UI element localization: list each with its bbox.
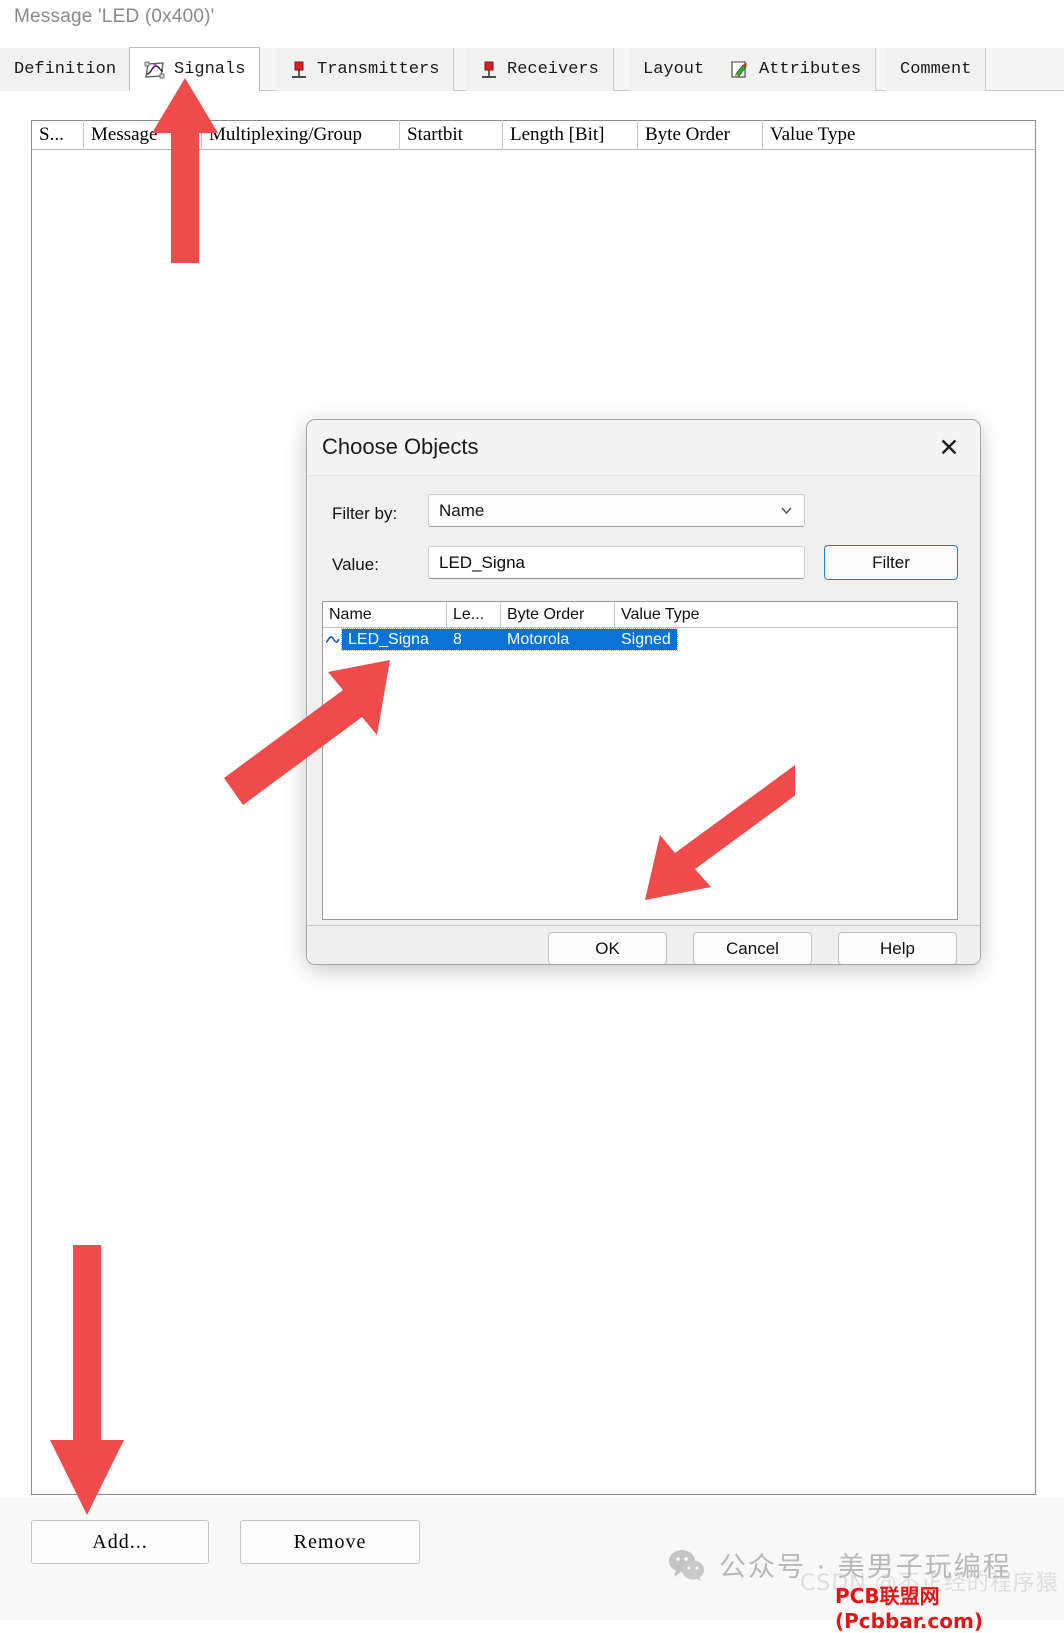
list-cell-length: 8 bbox=[453, 630, 462, 648]
watermark-wechat: 公众号 · 美男子玩编程 bbox=[668, 1545, 1012, 1584]
filter-by-value: Name bbox=[439, 500, 485, 520]
help-button[interactable]: Help bbox=[838, 932, 957, 964]
tab-label: Layout bbox=[643, 60, 705, 79]
remove-button[interactable]: Remove bbox=[240, 1520, 420, 1564]
tab-attributes[interactable]: Attributes bbox=[716, 48, 877, 91]
tab-label: Attributes bbox=[759, 60, 862, 79]
value-label: Value: bbox=[332, 555, 379, 574]
grid-column-header[interactable]: Byte Order bbox=[638, 120, 763, 150]
notepad-pencil-icon bbox=[730, 59, 750, 80]
waveform-icon bbox=[323, 628, 342, 651]
filter-by-label: Filter by: bbox=[332, 504, 398, 523]
list-cell-value-type: Signed bbox=[621, 630, 671, 648]
annotation-arrow-down-add bbox=[50, 1245, 124, 1515]
grid-column-header[interactable]: Value Type bbox=[763, 120, 873, 150]
watermark-wechat-text: 公众号 · 美男子玩编程 bbox=[719, 1552, 1012, 1583]
value-input[interactable]: LED_Signa bbox=[428, 546, 805, 579]
dialog-title: Choose Objects bbox=[322, 434, 479, 459]
filter-button[interactable]: Filter bbox=[824, 545, 958, 580]
cancel-button[interactable]: Cancel bbox=[693, 932, 812, 964]
tab-label: Comment bbox=[900, 60, 972, 79]
add-button[interactable]: Add... bbox=[31, 1520, 209, 1564]
transmitter-icon bbox=[290, 60, 308, 80]
tab-comment[interactable]: Comment bbox=[886, 48, 987, 91]
grid-column-header[interactable]: Startbit bbox=[400, 120, 503, 150]
annotation-arrow-up-signals bbox=[152, 78, 218, 263]
grid-column-header[interactable]: S... bbox=[32, 120, 84, 150]
close-icon[interactable]: ✕ bbox=[932, 431, 966, 465]
list-column-header[interactable]: Le... bbox=[447, 602, 501, 627]
list-column-header[interactable]: Name bbox=[323, 602, 447, 627]
filter-by-select[interactable]: Name bbox=[428, 494, 805, 527]
tab-label: Transmitters bbox=[317, 60, 440, 79]
chevron-down-icon bbox=[781, 507, 792, 515]
list-column-header[interactable]: Byte Order bbox=[501, 602, 615, 627]
tab-label: Signals bbox=[174, 60, 246, 79]
grid-column-header[interactable]: Multiplexing/Group bbox=[202, 120, 400, 150]
annotation-arrow-to-list-row bbox=[224, 660, 390, 805]
list-column-header[interactable]: Value Type bbox=[615, 602, 718, 627]
signal-icon bbox=[144, 60, 165, 80]
tab-layout[interactable]: Layout bbox=[629, 48, 720, 91]
list-cell-name: LED_Signa bbox=[348, 630, 429, 648]
tab-label: Definition bbox=[14, 60, 117, 79]
watermark-pcbbar: PCB联盟网(Pcbbar.com) bbox=[835, 1584, 983, 1633]
grid-column-header[interactable]: Length [Bit] bbox=[503, 120, 638, 150]
list-cell-byte-order: Motorola bbox=[507, 630, 570, 648]
tab-receivers[interactable]: Receivers bbox=[466, 48, 614, 91]
dialog-footer: OK Cancel Help bbox=[307, 925, 980, 964]
list-item-cells: LED_Signa 8 Motorola Signed bbox=[341, 628, 678, 651]
tab-transmitters[interactable]: Transmitters bbox=[276, 48, 455, 91]
object-list-header: Name Le... Byte Order Value Type bbox=[323, 602, 957, 628]
ok-button[interactable]: OK bbox=[548, 932, 667, 964]
annotation-arrow-to-ok bbox=[645, 765, 795, 900]
wechat-icon bbox=[669, 1549, 704, 1581]
window-title: Message 'LED (0x400)' bbox=[14, 6, 215, 27]
list-item[interactable]: LED_Signa 8 Motorola Signed bbox=[323, 628, 957, 651]
receiver-icon bbox=[480, 60, 498, 80]
tab-label: Receivers bbox=[507, 60, 599, 79]
dialog-titlebar: Choose Objects ✕ bbox=[307, 420, 980, 476]
tab-definition[interactable]: Definition bbox=[0, 48, 132, 91]
